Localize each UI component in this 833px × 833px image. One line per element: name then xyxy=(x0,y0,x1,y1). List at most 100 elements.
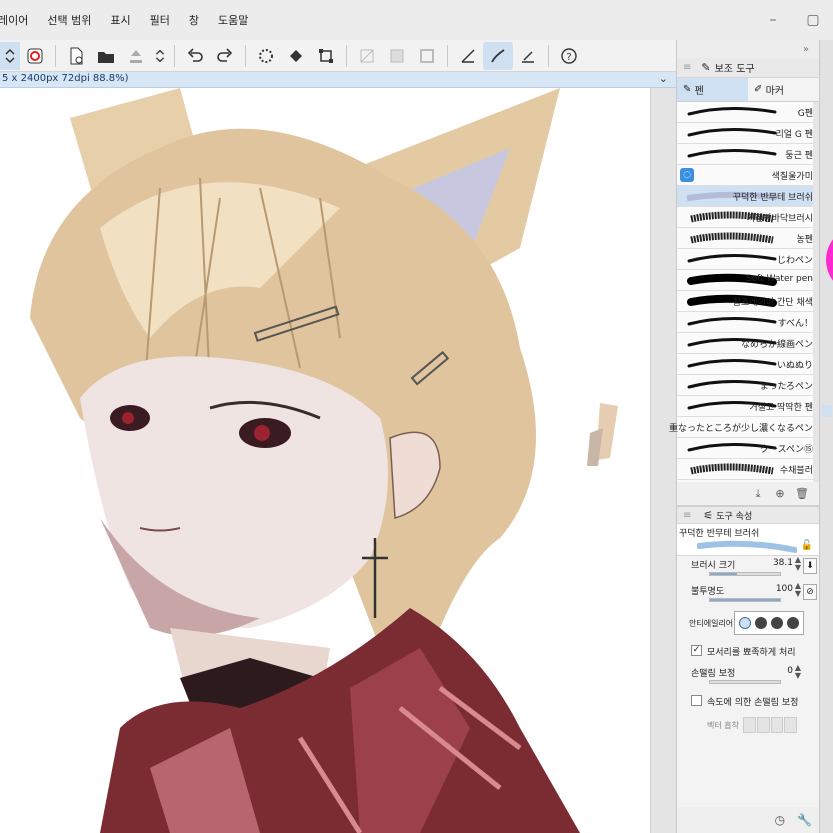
antialias-medium-option[interactable] xyxy=(771,617,783,629)
artwork-illustration xyxy=(0,88,650,833)
add-icon[interactable]: ⊕ xyxy=(769,487,791,500)
tool-property-header: ≡ ⚟ 도구 속성 xyxy=(677,506,819,524)
brush-item[interactable]: Soft Water pen xyxy=(677,270,819,291)
menu-filter[interactable]: 필터 xyxy=(150,12,170,28)
pen-active-icon[interactable] xyxy=(483,41,513,70)
brush-name: 重なったところが少し濃くなるペン xyxy=(668,424,813,434)
lock-icon[interactable]: 🔓 xyxy=(801,540,813,551)
maximize-button[interactable]: ▢ xyxy=(793,12,833,28)
tab-marker[interactable]: ✐ 마커 xyxy=(748,78,819,101)
right-panel: » ≡ ✎ 보조 도구 ✎ 펜 ✐ 마커 G펜 리얼 G 펜 둥근 펜 ◌ 색칠울가미 꾸… xyxy=(669,40,820,833)
brush-name: 거칠빵바닥브러시 xyxy=(746,214,813,224)
brush-item[interactable]: 둥근 펜 xyxy=(677,144,819,165)
stabilize-value[interactable]: 0 xyxy=(787,666,793,676)
brush-item[interactable]: じわペン xyxy=(677,249,819,270)
wrench-icon[interactable]: 🔧 xyxy=(797,813,812,827)
tool-property-title: 도구 속성 xyxy=(716,511,753,522)
stabilize-slider[interactable] xyxy=(709,680,781,684)
help-icon[interactable]: ? xyxy=(554,42,584,70)
sub-tool-tabs: ✎ 펜 ✐ 마커 xyxy=(677,78,819,102)
brush-item[interactable]: まったろペン xyxy=(677,375,819,396)
undo-icon[interactable] xyxy=(180,42,210,70)
ruler-icon[interactable] xyxy=(453,42,483,70)
document-tab[interactable]: 5 x 2400px 72dpi 88.8%) ⌄ xyxy=(0,72,676,88)
vector-snap-selector[interactable] xyxy=(743,717,797,733)
brush-item[interactable]: G펜 xyxy=(677,102,819,123)
minimize-button[interactable]: – xyxy=(753,12,793,28)
fill-icon[interactable] xyxy=(281,42,311,70)
menu-layer[interactable]: 레이어 xyxy=(0,12,28,28)
clear-icon[interactable] xyxy=(352,42,382,70)
window-controls: – ▢ xyxy=(753,0,833,40)
brush-item[interactable]: 꾸덕한 반무테 브러쉬 xyxy=(677,186,819,207)
stabilize-stepper[interactable]: ▲ ▼ xyxy=(795,664,801,680)
stabilize-row: 손떨림 보정 0 ▲ ▼ xyxy=(677,664,819,690)
brush-item[interactable]: 거칠빵바닥브러시 xyxy=(677,207,819,228)
brush-name: いぬぬり xyxy=(776,361,813,371)
opacity-stepper[interactable]: ▲ ▼ xyxy=(795,582,801,598)
tab-pen[interactable]: ✎ 펜 xyxy=(677,78,748,101)
brush-size-dynamics-button[interactable]: ⬇ xyxy=(803,558,817,574)
antialias-none-option[interactable] xyxy=(739,617,751,629)
brush-name: G펜 xyxy=(797,109,813,119)
brush-size-stepper[interactable]: ▲ ▼ xyxy=(795,556,801,572)
brush-name: Soft Water pen xyxy=(745,274,813,284)
loading-icon[interactable] xyxy=(251,42,281,70)
speed-checkbox[interactable] xyxy=(691,695,702,706)
brush-item[interactable]: すべん！ xyxy=(677,312,819,333)
brush-size-slider[interactable] xyxy=(709,572,781,576)
sharpen-label: 모서리를 뾰족하게 처리 xyxy=(707,648,796,658)
stabilize-label: 손떨림 보정 xyxy=(691,669,736,679)
sharpen-checkbox[interactable]: ✓ xyxy=(691,645,702,656)
open-file-icon[interactable] xyxy=(91,42,121,70)
speed-label: 속도에 의한 손떨림 보정 xyxy=(707,698,799,708)
clock-icon[interactable]: ◷ xyxy=(775,813,785,827)
brush-name: 거칠고 딱딱한 펜 xyxy=(749,403,813,413)
brush-item[interactable]: 거칠고 딱딱한 펜 xyxy=(677,396,819,417)
updown-icon[interactable] xyxy=(0,41,20,70)
menu-window[interactable]: 창 xyxy=(189,12,199,28)
delete-icon[interactable]: 🗑 xyxy=(791,487,813,500)
toolbar-divider xyxy=(548,44,549,67)
brush-item[interactable]: 농펜 xyxy=(677,228,819,249)
frame-icon[interactable] xyxy=(412,42,442,70)
canvas[interactable] xyxy=(0,88,650,833)
updown2-icon[interactable] xyxy=(151,42,169,70)
menu-help[interactable]: 도움말 xyxy=(218,12,248,28)
antialias-strong-option[interactable] xyxy=(787,617,799,629)
antialias-weak-option[interactable] xyxy=(755,617,767,629)
opacity-slider[interactable] xyxy=(709,598,781,602)
canvas-scrollbar[interactable] xyxy=(650,88,676,833)
opacity-value[interactable]: 100 xyxy=(776,584,793,594)
antialias-selector[interactable] xyxy=(734,611,804,635)
brush-item[interactable]: 수채블러 xyxy=(677,459,819,480)
menu-selection[interactable]: 선택 범위 xyxy=(47,12,91,28)
brush-item[interactable]: ◌ 색칠울가미 xyxy=(677,165,819,186)
grip-icon[interactable]: ≡ xyxy=(683,62,691,73)
new-file-icon[interactable] xyxy=(61,42,91,70)
vector-row: 벡터 흡착 xyxy=(677,714,819,738)
brush-item[interactable]: 리얼 G 펜 xyxy=(677,123,819,144)
antialias-row: 안티에일리어 xyxy=(677,608,819,640)
brush-name: 리얼 G 펜 xyxy=(775,130,813,140)
snap-icon[interactable] xyxy=(513,42,543,70)
transform-icon[interactable] xyxy=(311,42,341,70)
chevron-down-icon[interactable]: ⌄ xyxy=(659,72,668,85)
save-icon[interactable] xyxy=(121,42,151,70)
download-icon[interactable]: ⤓ xyxy=(747,487,769,501)
brush-item[interactable]: クースペン⑮ xyxy=(677,438,819,459)
brush-stroke-preview xyxy=(687,358,777,368)
menu-view[interactable]: 표시 xyxy=(110,12,130,28)
fill-gray-icon[interactable] xyxy=(382,42,412,70)
redo-icon[interactable] xyxy=(210,42,240,70)
brush-size-value[interactable]: 38.1 xyxy=(773,558,793,568)
brush-item[interactable]: いぬぬり xyxy=(677,354,819,375)
opacity-dynamics-button[interactable]: ⊘ xyxy=(803,584,817,600)
brush-item[interactable]: 참조레이어 간단 채색 xyxy=(677,291,819,312)
brush-item[interactable]: 重なったところが少し濃くなるペン xyxy=(669,417,819,438)
panel-collapse[interactable]: » xyxy=(677,40,819,58)
grip-icon[interactable]: ≡ xyxy=(683,510,691,521)
opacity-label: 불투명도 xyxy=(691,587,725,597)
stabilizer-icon[interactable] xyxy=(20,42,50,70)
brush-item[interactable]: なめらか線画ペン xyxy=(677,333,819,354)
